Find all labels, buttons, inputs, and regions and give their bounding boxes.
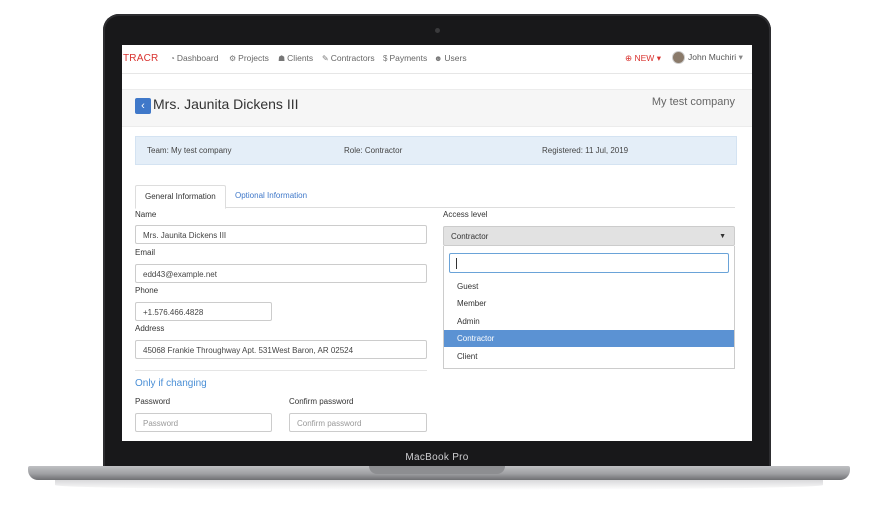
role-info: Role: Contractor [344,146,403,155]
phone-field[interactable]: +1.576.466.4828 [135,302,272,321]
avatar [672,51,685,64]
plus-circle-icon: ⊕ [625,53,633,63]
confirm-password-field[interactable]: Confirm password [289,413,427,432]
page-header: ‹ Mrs. Jaunita Dickens III My test compa… [122,89,752,127]
divider [135,370,427,371]
device-label: MacBook Pro [405,452,469,463]
nav-contractors-label: Contractors [330,53,375,63]
phone-label: Phone [135,286,159,295]
option-contractor[interactable]: Contractor [444,330,734,347]
name-field[interactable]: Mrs. Jaunita Dickens III [135,225,427,244]
option-admin[interactable]: Admin [444,313,734,330]
laptop-shadow [55,480,823,490]
team-info: Team: My test company [147,146,232,155]
user-name: John Muchiri [688,51,737,62]
nav-users-label: Users [444,53,467,63]
address-label: Address [135,324,165,333]
option-guest[interactable]: Guest [444,278,734,295]
registered-info: Registered: 11 Jul, 2019 [542,146,629,155]
nav-clients-label: Clients [287,53,314,63]
tab-general-information[interactable]: General Information [135,185,226,209]
tabs: General Information Optional Information [135,185,735,209]
text-cursor [456,258,457,269]
nav-payments[interactable]: $ Payments [383,53,427,63]
password-field[interactable]: Password [135,413,272,432]
section-title: Only if changing [135,378,207,389]
nav-payments-label: Payments [389,53,428,63]
back-button[interactable]: ‹ [135,98,151,114]
new-dropdown-button[interactable]: ⊕ NEW ▾ [625,53,661,64]
nav-dashboard[interactable]: ◔ Dashboard [170,53,218,63]
page-title: Mrs. Jaunita Dickens III [153,96,299,112]
cogs-icon: ⚙ [229,54,237,63]
user-icon: ☻ [434,54,443,63]
navbar: TRACR ◔ Dashboard ⚙ Projects ☗ Clients ✎ Con… [122,45,752,74]
camera-dot [435,28,440,33]
access-level-label: Access level [443,210,488,219]
info-bar: Team: My test company Role: Contractor R… [135,136,737,165]
nav-users[interactable]: ☻ Users [434,53,467,63]
brand-logo[interactable]: TRACR [123,53,158,64]
nav-dashboard-label: Dashboard [176,53,219,63]
access-level-select[interactable]: Contractor ▼ [443,226,735,246]
dollar-icon: $ [383,54,388,63]
option-member[interactable]: Member [444,295,734,312]
users-icon: ☗ [278,54,286,63]
email-label: Email [135,248,156,257]
laptop-notch [369,466,505,474]
nav-contractors[interactable]: ✎ Contractors [322,53,375,63]
address-field[interactable]: 45068 Frankie Throughway Apt. 531West Ba… [135,340,427,359]
confirm-password-label: Confirm password [289,397,354,406]
user-menu[interactable]: John Muchiri ▾ [672,51,743,64]
caret-down-icon: ▾ [738,51,743,62]
company-name: My test company [651,96,735,108]
tab-optional-information[interactable]: Optional Information [226,185,316,207]
dashboard-icon: ◔ [170,54,175,63]
email-field[interactable]: edd43@example.net [135,264,427,283]
nav-clients[interactable]: ☗ Clients [278,53,313,63]
nav-projects-label: Projects [238,53,269,63]
new-label: NEW [634,53,655,63]
access-level-dropdown: Guest Member Admin Contractor Client [443,246,735,369]
name-label: Name [135,210,157,219]
dropdown-search-input[interactable] [449,253,729,273]
wrench-icon: ✎ [322,54,329,63]
option-client[interactable]: Client [444,348,734,365]
access-level-value: Contractor [451,232,489,241]
chevron-left-icon: ‹ [141,100,145,112]
caret-down-icon: ▾ [656,53,661,63]
password-label: Password [135,397,171,406]
screen: TRACR ◔ Dashboard ⚙ Projects ☗ Clients ✎ Con… [122,45,752,441]
caret-down-icon: ▼ [719,233,726,240]
nav-projects[interactable]: ⚙ Projects [229,53,269,63]
